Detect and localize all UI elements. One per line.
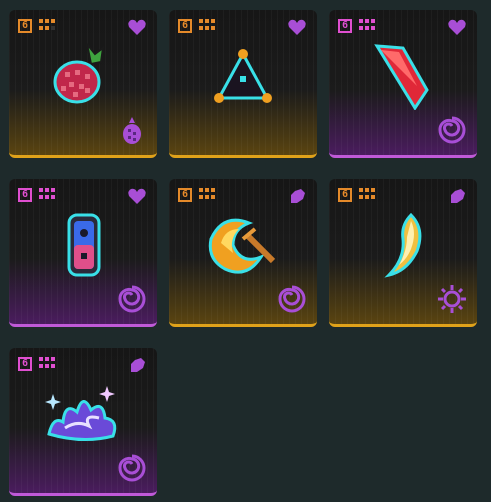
inventory-card-crystal-burst[interactable]: 6: [9, 348, 157, 496]
tier-badge: 6: [18, 357, 32, 371]
rarity-dots: [39, 357, 57, 369]
triangle-pyramid-icon: [214, 49, 272, 103]
tier-badge: 6: [178, 19, 192, 33]
swirl-icon: [278, 285, 306, 313]
rarity-dots: [359, 19, 377, 31]
tier-badge: 6: [18, 19, 32, 33]
hand-icon: [291, 189, 305, 203]
inventory-card-pyramid[interactable]: 6: [169, 10, 317, 158]
purple-crystal-burst-icon: [45, 386, 117, 442]
inventory-card-controller[interactable]: 6: [9, 179, 157, 327]
golden-fang-icon: [384, 212, 422, 278]
hand-icon: [131, 358, 145, 372]
game-controller-icon: [67, 213, 101, 277]
rarity-dots: [359, 188, 377, 200]
swirl-icon: [438, 116, 466, 144]
pineapple-icon: [53, 43, 105, 104]
swirl-icon: [118, 285, 146, 313]
red-crystal-shard-icon: [374, 44, 429, 110]
heart-icon: [288, 19, 306, 35]
heart-icon: [128, 188, 146, 204]
sun-gear-icon: [438, 285, 466, 313]
tier-badge: 6: [178, 188, 192, 202]
heart-icon: [448, 19, 466, 35]
inventory-card-golden-fang[interactable]: 6: [329, 179, 477, 327]
tier-badge: 6: [338, 188, 352, 202]
fire-sword-icon: [208, 218, 276, 274]
heart-icon: [128, 19, 146, 35]
rarity-dots: [39, 19, 57, 31]
swirl-icon: [118, 454, 146, 482]
rarity-dots: [199, 19, 217, 31]
pineapple-small-icon: [123, 117, 141, 144]
tier-badge: 6: [338, 19, 352, 33]
rarity-dots: [39, 188, 57, 200]
hand-icon: [451, 189, 465, 203]
inventory-card-fire-sword[interactable]: 6: [169, 179, 317, 327]
rarity-dots: [199, 188, 217, 200]
tier-badge: 6: [18, 188, 32, 202]
inventory-card-red-shard[interactable]: 6: [329, 10, 477, 158]
inventory-card-pineapple[interactable]: 6: [9, 10, 157, 158]
